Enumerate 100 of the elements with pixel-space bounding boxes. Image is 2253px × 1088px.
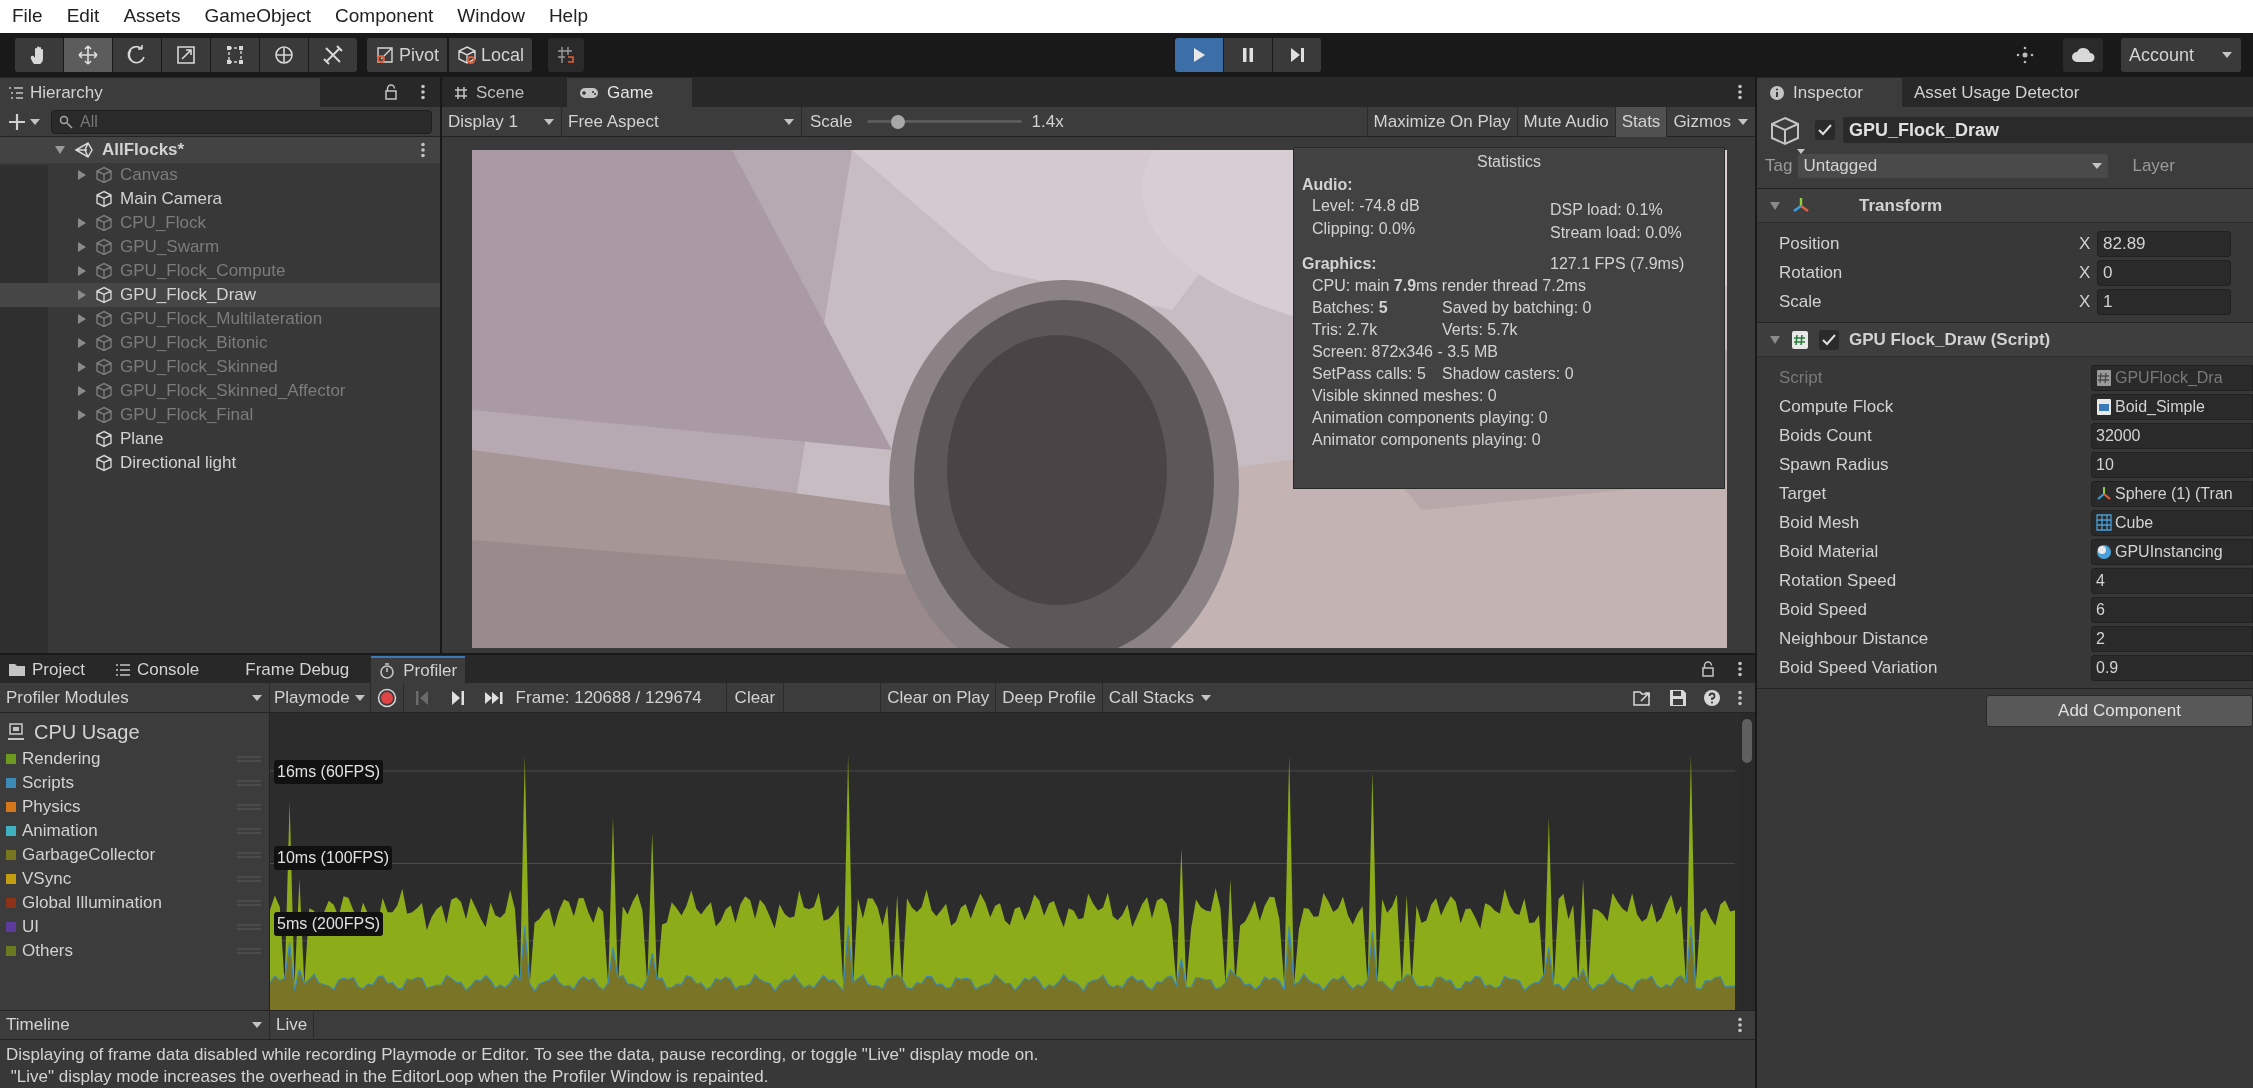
- hierarchy-item[interactable]: Plane: [0, 427, 440, 451]
- menu-item[interactable]: Help: [546, 2, 590, 31]
- expanded-arrow-icon[interactable]: [1769, 199, 1781, 212]
- info-icon: [1769, 84, 1785, 101]
- tool-button[interactable]: [64, 38, 112, 72]
- collapsed-arrow-icon[interactable]: [76, 361, 88, 373]
- toolbar-toggle[interactable]: Mute Audio: [1516, 106, 1615, 137]
- stat-text: Screen: 872x346 - 3.5 MB: [1312, 342, 1498, 361]
- save-icon[interactable]: [1669, 688, 1687, 707]
- add-component-button[interactable]: Add Component: [1986, 695, 2253, 727]
- component-header[interactable]: GPU Flock_Draw (Script): [1757, 323, 2253, 357]
- toolbar-toggle[interactable]: Maximize On Play: [1366, 106, 1517, 137]
- more-options-icon[interactable]: [1737, 84, 1743, 100]
- inspector-tab[interactable]: Inspector: [1757, 78, 1902, 107]
- axis-label: X: [2079, 232, 2092, 255]
- component-header[interactable]: Transform: [1757, 189, 2253, 223]
- number-field[interactable]: 4: [2091, 567, 2253, 594]
- tag-label: Tag: [1765, 155, 1793, 177]
- add-button[interactable]: [8, 112, 41, 131]
- view-tab[interactable]: Game: [567, 78, 692, 107]
- cloud-button[interactable]: [2063, 38, 2103, 72]
- number-field[interactable]: 0.9: [2091, 654, 2253, 681]
- tool-button[interactable]: [260, 38, 308, 72]
- number-field[interactable]: 1: [2097, 288, 2231, 315]
- collapsed-arrow-icon[interactable]: [76, 217, 88, 229]
- toolbar-toggle[interactable]: Gizmos: [1666, 106, 1755, 137]
- enabled-checkbox[interactable]: [1819, 329, 1839, 350]
- object-field[interactable]: Sphere (1) (Tran: [2091, 480, 2253, 507]
- toolbar-toggle[interactable]: Stats: [1614, 106, 1667, 137]
- more-options-icon[interactable]: [420, 142, 426, 158]
- collapsed-arrow-icon[interactable]: [76, 337, 88, 349]
- object-field[interactable]: Boid_Simple: [2091, 393, 2253, 420]
- hierarchy-item[interactable]: Main Camera: [0, 187, 440, 211]
- search-field[interactable]: All: [51, 109, 432, 134]
- menu-item[interactable]: Edit: [64, 2, 102, 31]
- menu-item[interactable]: GameObject: [202, 2, 314, 31]
- step-button[interactable]: [1273, 38, 1321, 72]
- modules-dropdown[interactable]: Profiler Modules: [0, 682, 270, 713]
- collapsed-arrow-icon[interactable]: [76, 409, 88, 421]
- account-dropdown[interactable]: Account: [2121, 38, 2241, 72]
- scale-value: 1.4x: [1031, 110, 1064, 133]
- tool-button[interactable]: [211, 38, 259, 72]
- pause-button[interactable]: [1224, 38, 1272, 72]
- tool-button[interactable]: [309, 38, 357, 72]
- toolbar-toggle[interactable]: Call Stacks: [1101, 682, 1218, 713]
- tool-button[interactable]: [113, 38, 161, 72]
- record-button[interactable]: [369, 682, 404, 713]
- load-icon[interactable]: [1633, 688, 1653, 707]
- panel-tab[interactable]: Profiler: [371, 656, 466, 683]
- tag-dropdown[interactable]: Untagged: [1798, 153, 2109, 178]
- number-field[interactable]: 32000: [2091, 422, 2253, 449]
- object-field[interactable]: Cube: [2091, 509, 2253, 536]
- object-field[interactable]: GPUInstancing: [2091, 538, 2253, 565]
- scene-item[interactable]: AllFlocks*: [0, 137, 440, 163]
- menu-item[interactable]: Component: [333, 2, 436, 31]
- collapsed-arrow-icon[interactable]: [76, 313, 88, 325]
- tool-button[interactable]: [15, 38, 63, 72]
- cube-icon: [95, 262, 113, 280]
- number-field[interactable]: 0: [2097, 259, 2231, 286]
- display-dropdown[interactable]: Display 1: [442, 106, 562, 137]
- help-icon[interactable]: [1703, 688, 1721, 707]
- toolbar-toggle[interactable]: Clear on Play: [880, 682, 996, 713]
- pivot-button[interactable]: Pivot: [367, 38, 448, 72]
- number-field[interactable]: 82.89: [2097, 230, 2231, 257]
- live-toggle[interactable]: Live: [270, 1010, 315, 1040]
- cube-icon: [95, 430, 113, 448]
- hierarchy-item[interactable]: GPU_Flock_Draw: [0, 283, 440, 307]
- more-options-icon[interactable]: [1737, 661, 1743, 677]
- collapsed-arrow-icon[interactable]: [76, 265, 88, 277]
- play-button[interactable]: [1175, 38, 1223, 72]
- menu-item[interactable]: Window: [455, 2, 527, 31]
- menu-item[interactable]: Assets: [121, 2, 183, 31]
- collapsed-arrow-icon[interactable]: [76, 289, 88, 301]
- more-options-icon[interactable]: [1737, 1017, 1743, 1033]
- menu-item[interactable]: File: [10, 2, 45, 31]
- lock-icon[interactable]: [384, 84, 398, 100]
- local-button[interactable]: Local: [449, 38, 533, 72]
- playmode-dropdown[interactable]: Playmode: [270, 682, 370, 713]
- lock-icon[interactable]: [1701, 661, 1715, 677]
- active-checkbox[interactable]: [1815, 120, 1835, 140]
- toolbar-toggle[interactable]: Deep Profile: [995, 682, 1102, 713]
- name-field[interactable]: GPU_Flock_Draw: [1843, 117, 2253, 143]
- number-field[interactable]: 10: [2091, 451, 2253, 478]
- tool-button[interactable]: [162, 38, 210, 72]
- collapsed-arrow-icon[interactable]: [76, 169, 88, 181]
- collapsed-arrow-icon[interactable]: [76, 385, 88, 397]
- aspect-dropdown[interactable]: Free Aspect: [562, 106, 802, 137]
- collapsed-arrow-icon[interactable]: [76, 241, 88, 253]
- hierarchy-item[interactable]: Directional light: [0, 451, 440, 475]
- number-field[interactable]: 6: [2091, 596, 2253, 623]
- more-options-icon[interactable]: [1737, 689, 1743, 706]
- view-dropdown[interactable]: Timeline: [0, 1010, 270, 1040]
- grid-snap-button[interactable]: [548, 38, 585, 72]
- expanded-arrow-icon[interactable]: [1769, 333, 1781, 346]
- scale-slider[interactable]: [866, 113, 1022, 130]
- expanded-arrow-icon[interactable]: [54, 144, 66, 156]
- number-field[interactable]: 2: [2091, 625, 2253, 652]
- clear-button[interactable]: Clear: [725, 682, 785, 713]
- more-options-icon[interactable]: [420, 84, 426, 100]
- hierarchy-tab[interactable]: Hierarchy: [0, 78, 320, 107]
